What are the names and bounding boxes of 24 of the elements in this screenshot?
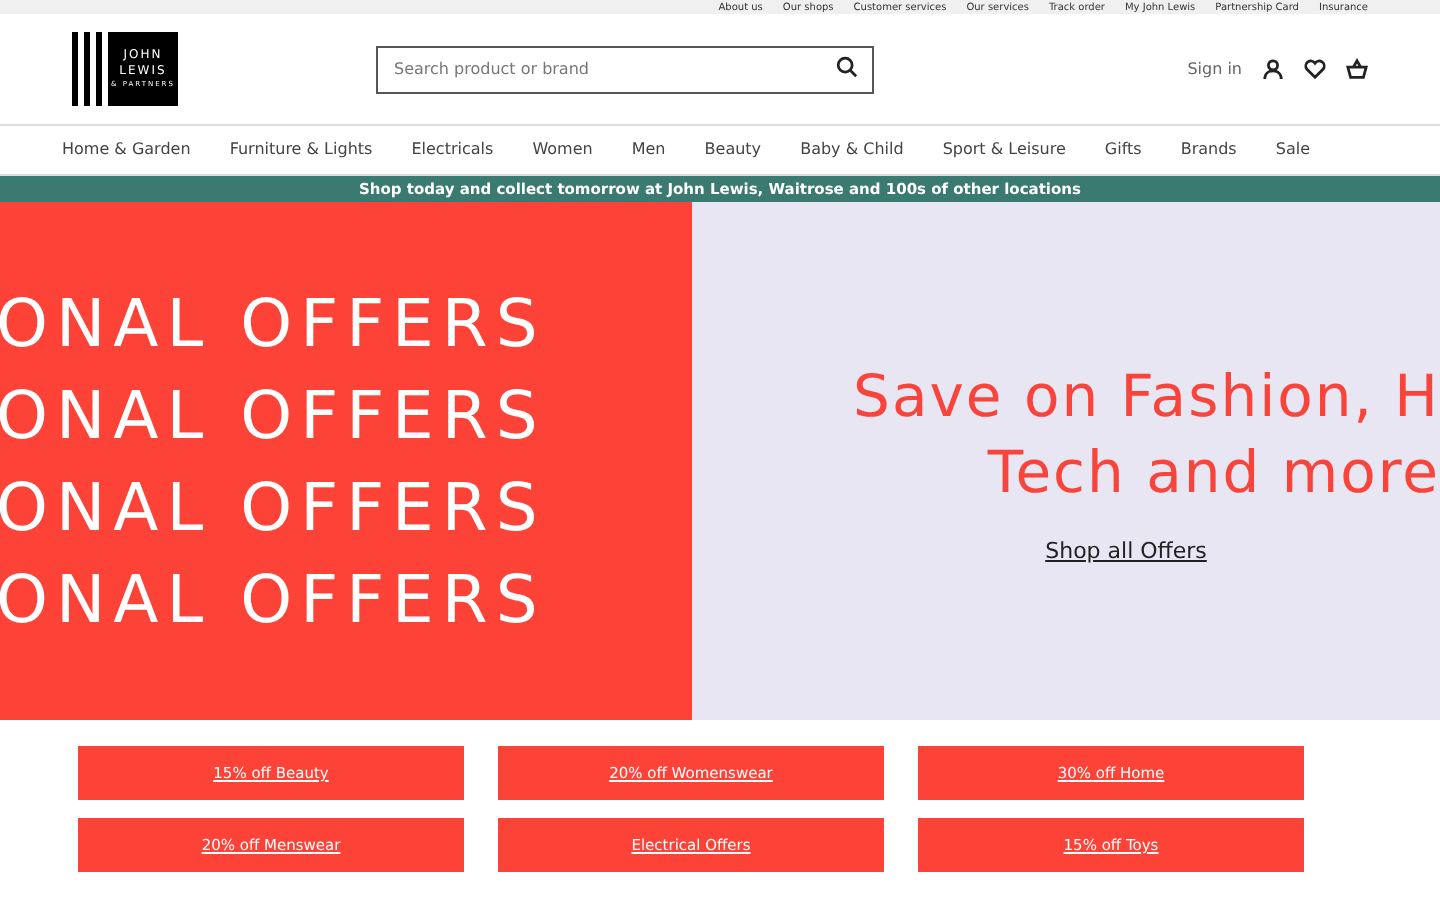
basket-icon[interactable] [1346,57,1368,80]
nav-item[interactable]: Gifts [1104,140,1142,159]
offers-text: ONAL OFFERS [0,284,548,363]
sign-in-link[interactable]: Sign in [1187,59,1242,78]
hero-headline: Tech and more [987,436,1440,511]
nav-item[interactable]: Brands [1180,140,1237,159]
heart-icon[interactable] [1304,57,1326,80]
nav-item[interactable]: Sport & Leisure [942,140,1066,159]
nav-item[interactable]: Beauty [704,140,762,159]
nav-item[interactable]: Furniture & Lights [229,140,373,159]
search-icon[interactable] [836,56,858,79]
nav-item[interactable]: Men [631,140,666,159]
shop-offers-link[interactable]: Shop all Offers [1045,538,1207,565]
offers-text: ONAL OFFERS [0,376,548,455]
nav-item[interactable]: Home & Garden [62,140,191,159]
nav-item[interactable]: Baby & Child [800,140,904,159]
nav-item[interactable]: Women [532,140,593,159]
offers-text: ONAL OFFERS [0,560,548,639]
offers-text: ONAL OFFERS [0,468,548,547]
account-icon[interactable] [1262,57,1284,80]
nav-item[interactable]: Electricals [411,140,494,159]
search-field[interactable]: Search product or brand [376,45,874,94]
hero-headline: Save on Fashion, H [853,360,1440,435]
nav-item[interactable]: Sale [1275,140,1310,159]
